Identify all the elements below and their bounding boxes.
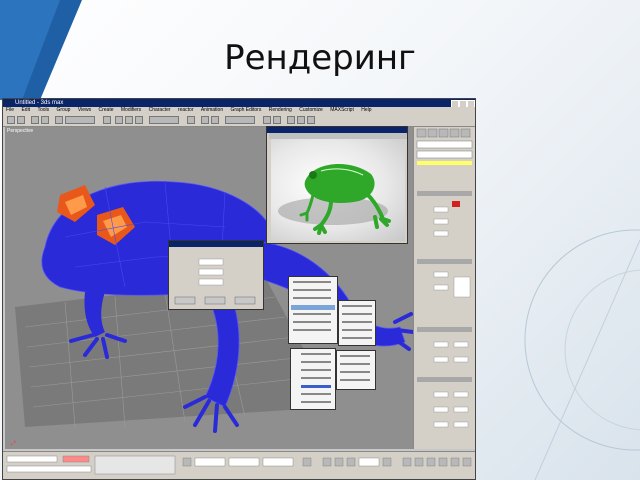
reference-coord-dropdown[interactable] (149, 116, 179, 124)
menu-help[interactable]: Help (361, 107, 371, 113)
menu-reactor[interactable]: reactor (178, 107, 194, 113)
parameters-dialog[interactable] (168, 240, 264, 310)
redo-icon[interactable] (17, 116, 25, 124)
quick-render-icon[interactable] (307, 116, 315, 124)
pivot-icon[interactable] (187, 116, 195, 124)
menu-maxscript[interactable]: MAXScript (330, 107, 354, 113)
menu-group[interactable]: Group (57, 107, 71, 113)
select-region-icon[interactable] (103, 116, 111, 124)
rotate-icon[interactable] (125, 116, 133, 124)
background-decoration (524, 229, 640, 480)
menu-animation[interactable]: Animation (201, 107, 223, 113)
status-bar (3, 451, 475, 479)
menu-rendering[interactable]: Rendering (269, 107, 292, 113)
selection-filter-dropdown[interactable] (65, 116, 95, 124)
slide-title: Рендеринг (224, 38, 416, 78)
menu-create[interactable]: Create (98, 107, 113, 113)
snap-icon[interactable] (201, 116, 209, 124)
context-menu-right[interactable] (338, 300, 376, 346)
undo-icon[interactable] (7, 116, 15, 124)
command-panel (413, 127, 475, 449)
menu-edit[interactable]: Edit (21, 107, 30, 113)
menu-tools[interactable]: Tools (37, 107, 49, 113)
move-icon[interactable] (115, 116, 123, 124)
axis-gizmo: ⤢ (11, 440, 16, 447)
quad-menu-lower[interactable] (290, 348, 336, 410)
mirror-icon[interactable] (263, 116, 271, 124)
named-selection-dropdown[interactable] (225, 116, 255, 124)
quad-menu-lower-right[interactable] (336, 350, 376, 390)
menu-bar: File Edit Tools Group Views Create Modif… (3, 107, 475, 114)
select-icon[interactable] (55, 116, 63, 124)
material-editor-icon[interactable] (287, 116, 295, 124)
menu-graph-editors[interactable]: Graph Editors (231, 107, 262, 113)
rendered-image (271, 139, 405, 241)
context-menu-left[interactable] (288, 276, 338, 344)
menu-character[interactable]: Character (149, 107, 171, 113)
menu-modifiers[interactable]: Modifiers (121, 107, 141, 113)
menu-file[interactable]: File (6, 107, 14, 113)
viewport-label: Perspective (7, 128, 34, 134)
rendered-frame-window[interactable] (266, 126, 408, 244)
scale-icon[interactable] (135, 116, 143, 124)
unlink-icon[interactable] (41, 116, 49, 124)
window-title-bar: Untitled - 3ds max (3, 99, 475, 108)
window-title: Untitled - 3ds max (15, 100, 64, 106)
angle-snap-icon[interactable] (211, 116, 219, 124)
align-icon[interactable] (273, 116, 281, 124)
menu-customize[interactable]: Customize (299, 107, 323, 113)
link-icon[interactable] (31, 116, 39, 124)
menu-views[interactable]: Views (78, 107, 91, 113)
render-scene-icon[interactable] (297, 116, 305, 124)
